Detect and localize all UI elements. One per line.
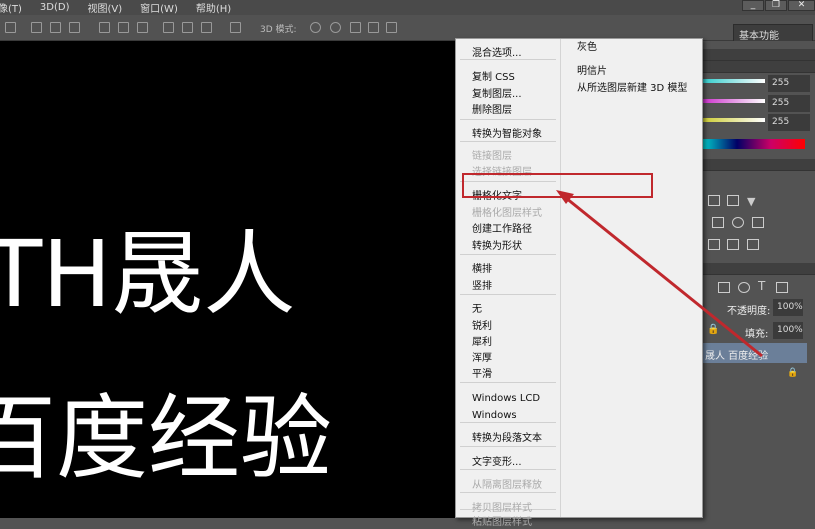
menu-item: 粘贴图层样式 xyxy=(472,517,532,528)
annotation-arrow xyxy=(556,190,763,358)
arrow-line xyxy=(565,196,763,358)
